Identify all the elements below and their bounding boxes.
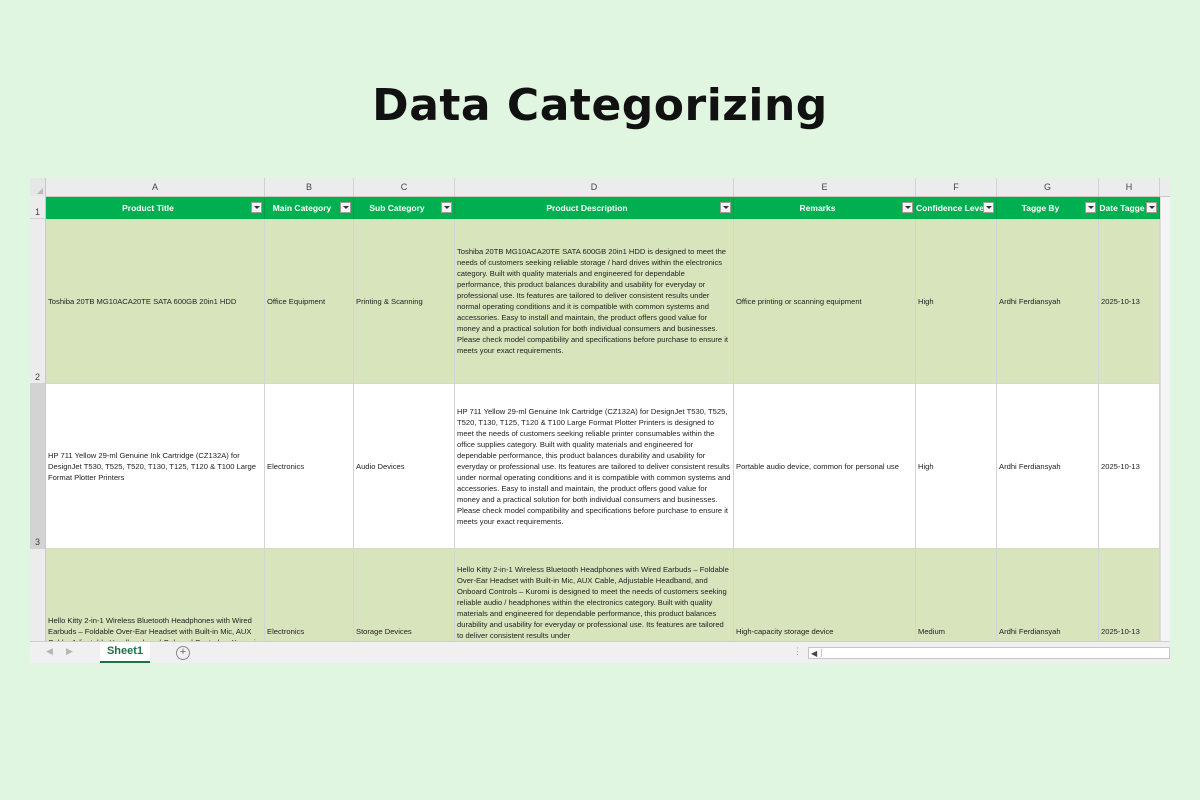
filter-dropdown-icon[interactable] bbox=[1085, 202, 1096, 213]
header-confidence-level[interactable]: Confidence Leve bbox=[916, 197, 997, 219]
row-number-label: 1 bbox=[34, 207, 40, 217]
horizontal-scrollbar[interactable]: ◀ bbox=[808, 647, 1170, 659]
row-number[interactable]: 2 bbox=[30, 219, 45, 384]
table-header-row: Product Title Main Category Sub Category… bbox=[46, 197, 1170, 219]
cell-remarks[interactable]: Portable audio device, common for person… bbox=[734, 384, 916, 548]
filter-dropdown-icon[interactable] bbox=[1146, 202, 1157, 213]
column-letter-e[interactable]: E bbox=[734, 178, 916, 196]
cell-confidence-level[interactable]: High bbox=[916, 384, 997, 548]
cell-tagged-by[interactable]: Ardhi Ferdiansyah bbox=[997, 219, 1099, 383]
cell-main-category[interactable]: Electronics bbox=[265, 384, 354, 548]
header-label: Main Category bbox=[272, 203, 332, 213]
cell-remarks[interactable]: Office printing or scanning equipment bbox=[734, 219, 916, 383]
header-date-tagged[interactable]: Date Tagge bbox=[1099, 197, 1160, 219]
sheet-tab-sheet1[interactable]: Sheet1 bbox=[100, 642, 150, 663]
column-letter-g[interactable]: G bbox=[997, 178, 1099, 196]
page-title: Data Categorizing bbox=[372, 80, 828, 131]
cell-product-description[interactable]: Toshiba 20TB MG10ACA20TE SATA 600GB 20in… bbox=[455, 219, 734, 383]
column-letter-a[interactable]: A bbox=[46, 178, 265, 196]
add-sheet-icon[interactable]: + bbox=[176, 646, 190, 660]
scrollbar-thumb[interactable] bbox=[821, 649, 1162, 657]
header-label: Remarks bbox=[799, 203, 836, 213]
prev-sheet-arrow-icon[interactable]: ◀ bbox=[46, 646, 53, 657]
header-label: Product Description bbox=[546, 203, 628, 213]
header-product-title[interactable]: Product Title bbox=[46, 197, 265, 219]
cell-tagged-by[interactable]: Ardhi Ferdiansyah bbox=[997, 384, 1099, 548]
filter-dropdown-icon[interactable] bbox=[441, 202, 452, 213]
header-sub-category[interactable]: Sub Category bbox=[354, 197, 455, 219]
header-tagged-by[interactable]: Tagge By bbox=[997, 197, 1099, 219]
header-remarks[interactable]: Remarks bbox=[734, 197, 916, 219]
cell-confidence-level[interactable]: High bbox=[916, 219, 997, 383]
column-letter-h[interactable]: H bbox=[1099, 178, 1160, 196]
vertical-scrollbar[interactable] bbox=[1160, 197, 1170, 641]
row-number[interactable]: 1 bbox=[30, 196, 45, 219]
cell-sub-category[interactable]: Audio Devices bbox=[354, 384, 455, 548]
cell-main-category[interactable]: Office Equipment bbox=[265, 219, 354, 383]
table-row: HP 711 Yellow 29-ml Genuine Ink Cartridg… bbox=[46, 384, 1170, 549]
filter-dropdown-icon[interactable] bbox=[902, 202, 913, 213]
header-main-category[interactable]: Main Category bbox=[265, 197, 354, 219]
filter-dropdown-icon[interactable] bbox=[983, 202, 994, 213]
header-product-description[interactable]: Product Description bbox=[455, 197, 734, 219]
cell-product-title[interactable]: Toshiba 20TB MG10ACA20TE SATA 600GB 20in… bbox=[46, 219, 265, 383]
filter-dropdown-icon[interactable] bbox=[251, 202, 262, 213]
header-label: Product Title bbox=[122, 203, 174, 213]
cell-date-tagged[interactable]: 2025-10-13 bbox=[1099, 384, 1160, 548]
column-letter-d[interactable]: D bbox=[455, 178, 734, 196]
table-row: Toshiba 20TB MG10ACA20TE SATA 600GB 20in… bbox=[46, 219, 1170, 384]
scroll-left-arrow-icon[interactable]: ◀ bbox=[811, 649, 817, 658]
cell-product-description[interactable]: HP 711 Yellow 29-ml Genuine Ink Cartridg… bbox=[455, 384, 734, 548]
column-letter-f[interactable]: F bbox=[916, 178, 997, 196]
select-all-corner[interactable] bbox=[30, 178, 46, 196]
row-number[interactable]: 3 bbox=[30, 384, 45, 549]
sheet-tab-bar: ◀ ▶ Sheet1 + ⋮ ◀ bbox=[30, 641, 1170, 663]
column-header-bar: A B C D E F G H bbox=[30, 178, 1170, 197]
column-letter-c[interactable]: C bbox=[354, 178, 455, 196]
row-number-label: 3 bbox=[34, 537, 40, 547]
filter-dropdown-icon[interactable] bbox=[720, 202, 731, 213]
header-label: Sub Category bbox=[369, 203, 425, 213]
row-number-label: 2 bbox=[34, 372, 40, 382]
column-letter-b[interactable]: B bbox=[265, 178, 354, 196]
next-sheet-arrow-icon[interactable]: ▶ bbox=[66, 646, 73, 657]
row-header-bar: 1 2 3 bbox=[30, 196, 46, 641]
cell-sub-category[interactable]: Printing & Scanning bbox=[354, 219, 455, 383]
filter-dropdown-icon[interactable] bbox=[340, 202, 351, 213]
cell-product-title[interactable]: HP 711 Yellow 29-ml Genuine Ink Cartridg… bbox=[46, 384, 265, 548]
header-label: Tagge By bbox=[1021, 203, 1060, 213]
spreadsheet: A B C D E F G H 1 2 3 Product Title Main… bbox=[30, 178, 1170, 663]
cell-date-tagged[interactable]: 2025-10-13 bbox=[1099, 219, 1160, 383]
tab-splitter-icon[interactable]: ⋮ bbox=[793, 646, 802, 657]
